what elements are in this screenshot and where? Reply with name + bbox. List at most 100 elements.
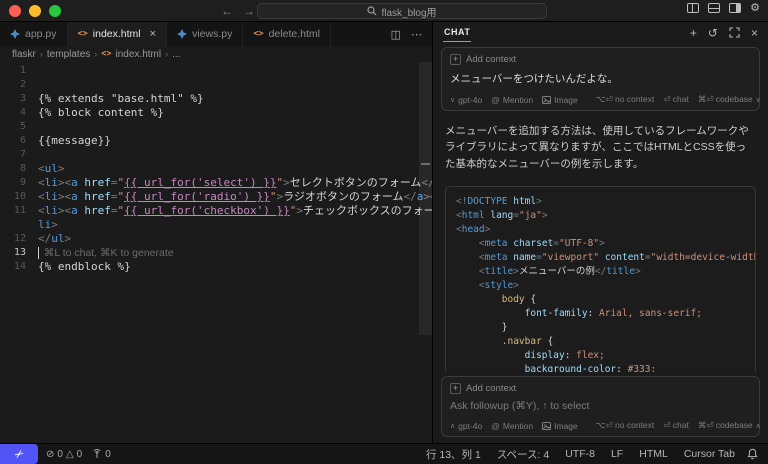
no-context-hint[interactable]: ⌥⏎ no context	[596, 94, 655, 105]
code-line[interactable]: 4 {% block content %}	[0, 106, 432, 120]
code-line[interactable]: 14 {% endblock %}	[0, 260, 432, 274]
line-number: 8	[19, 163, 26, 174]
followup-input-card[interactable]: + Add context Ask followup (⌘Y), ↑ to se…	[441, 376, 761, 437]
code-line[interactable]: 2	[0, 78, 432, 92]
cursor-position[interactable]: 行 13、列 1	[426, 447, 481, 462]
ports-button[interactable]: 0	[92, 449, 111, 460]
breadcrumb-item[interactable]: ...	[172, 49, 180, 60]
more-actions-icon[interactable]: ⋯	[411, 28, 422, 41]
line-number: 12	[13, 233, 26, 244]
code-line[interactable]: 13 ⌘L to chat, ⌘K to generate	[0, 246, 432, 260]
eol[interactable]: LF	[611, 448, 623, 460]
notifications-bell-icon[interactable]	[747, 448, 768, 460]
cursor-window: ← → flask_blog用 ⚙ app.py <> index.html × vie…	[0, 0, 768, 464]
encoding[interactable]: UTF-8	[565, 448, 595, 460]
expand-icon[interactable]	[729, 27, 740, 38]
status-bar: >< ⊘ 0 △ 0 0 行 13、列 1 スペース: 4 UTF-8 LF HTML C…	[0, 443, 768, 464]
problems-button[interactable]: ⊘ 0 △ 0	[46, 449, 82, 460]
search-text: flask_blog用	[381, 7, 437, 19]
code-line[interactable]: 5	[0, 120, 432, 134]
tab-app-py[interactable]: app.py	[0, 22, 68, 46]
toggle-panel-icon[interactable]	[708, 3, 721, 13]
code-line[interactable]: 3 {% extends "base.html" %}	[0, 92, 432, 106]
split-editor-icon[interactable]: ◫	[391, 28, 401, 41]
tab-views-py[interactable]: views.py	[167, 22, 244, 46]
assistant-code-block[interactable]: <!DOCTYPE html> <html lang="ja"> <head> <m…	[445, 185, 756, 372]
breadcrumb-item[interactable]: templates	[47, 49, 90, 60]
tab-index-html[interactable]: <> index.html ×	[67, 22, 168, 46]
image-button[interactable]: Image	[542, 421, 578, 431]
model-selector[interactable]: ∧ gpt-4o	[450, 421, 482, 431]
cursor-tab[interactable]: Cursor Tab	[684, 448, 735, 460]
close-window-button[interactable]	[9, 4, 21, 17]
user-message-text: メニューバーをつけたいんだよな。	[450, 73, 618, 85]
chat-submit-hint[interactable]: ⏎ chat	[663, 94, 689, 105]
forward-icon[interactable]: →	[243, 1, 255, 21]
line-number: 4	[19, 107, 26, 118]
chevron-up-icon: ∧	[450, 422, 456, 430]
add-context-button[interactable]: Add context	[466, 383, 516, 394]
code-line[interactable]: 9 <li><a href="{{ url_for('select') }}">セ…	[0, 176, 432, 190]
chat-panel-header: CHAT + ↺ ×	[433, 22, 768, 43]
add-context-icon[interactable]: +	[450, 383, 461, 394]
line-content: {% endblock %}	[38, 260, 131, 273]
html-file-icon: <>	[77, 29, 88, 39]
mention-icon: @	[491, 94, 500, 105]
close-icon[interactable]: ×	[751, 26, 758, 40]
image-button[interactable]: Image	[542, 95, 578, 105]
minimize-window-button[interactable]	[29, 4, 41, 17]
breadcrumb-item[interactable]: index.html	[116, 49, 162, 60]
followup-input[interactable]: Ask followup (⌘Y), ↑ to select	[450, 400, 751, 412]
customize-layout-icon[interactable]: ⚙	[750, 3, 760, 14]
code-line[interactable]: 6 {{message}}	[0, 134, 432, 148]
code-line[interactable]: 11 <li><a href="{{ url_for('checkbox') }}…	[0, 204, 432, 218]
titlebar: ← → flask_blog用 ⚙	[0, 0, 768, 22]
model-selector[interactable]: ∨ gpt-4o	[450, 95, 482, 105]
line-content: ⌘L to chat, ⌘K to generate	[38, 247, 174, 259]
add-context-icon[interactable]: +	[450, 54, 461, 65]
chat-submit-hint[interactable]: ⏎ chat	[663, 420, 689, 431]
code-line[interactable]: 12 </ul>	[0, 232, 432, 246]
code-line[interactable]: 7	[0, 148, 432, 162]
breadcrumb-item[interactable]: flaskr	[12, 49, 36, 60]
tab-chat[interactable]: CHAT	[443, 24, 472, 42]
code-line[interactable]: 1	[0, 64, 432, 78]
language-mode[interactable]: HTML	[639, 448, 668, 460]
command-center-search[interactable]: flask_blog用	[257, 3, 547, 19]
breadcrumb[interactable]: flaskr › templates › <> index.html ›...	[0, 46, 432, 62]
codebase-hint[interactable]: ⌘⏎ codebase ∧	[698, 420, 761, 431]
html-file-icon: <>	[253, 29, 264, 39]
overview-ruler-mark	[421, 163, 430, 165]
zoom-window-button[interactable]	[49, 4, 61, 17]
line-content	[26, 64, 38, 78]
editor-scrollbar[interactable]	[419, 62, 432, 335]
line-content: <li><a href="{{ url_for('select') }}">セレ…	[38, 176, 432, 189]
line-content: <li><a href="{{ url_for('checkbox') }}">…	[38, 204, 432, 217]
back-icon[interactable]: ←	[221, 1, 233, 21]
codebase-hint[interactable]: ⌘⏎ codebase ∨	[698, 94, 761, 105]
new-chat-icon[interactable]: +	[690, 26, 697, 40]
no-context-hint[interactable]: ⌥⏎ no context	[596, 420, 655, 431]
mention-button[interactable]: @ Mention	[491, 421, 533, 431]
history-icon[interactable]: ↺	[708, 26, 718, 40]
chat-conversation[interactable]: + Add context メニューバーをつけたいんだよな。 ∨ gpt-4o …	[433, 43, 768, 372]
line-number: 11	[13, 205, 26, 216]
editor-pane: app.py <> index.html × views.py <> delete.html…	[0, 22, 433, 443]
indentation[interactable]: スペース: 4	[497, 447, 549, 462]
toggle-primary-sidebar-icon[interactable]	[687, 3, 700, 13]
error-icon: ⊘	[46, 448, 55, 460]
code-line[interactable]: li>	[0, 218, 432, 232]
code-editor[interactable]: 1 2 3 {% extends "base.html" %} 4 {% block co…	[0, 62, 432, 443]
chevron-up-icon: ∧	[755, 422, 761, 430]
tab-delete-html[interactable]: <> delete.html	[243, 22, 331, 46]
code-line[interactable]: 8 <ul>	[0, 162, 432, 176]
code-line[interactable]: 10 <li><a href="{{ url_for('radio') }}">ラ…	[0, 190, 432, 204]
toggle-secondary-sidebar-icon[interactable]	[729, 3, 742, 13]
mention-button[interactable]: @ Mention	[491, 95, 533, 105]
image-icon	[542, 421, 552, 430]
line-number: 2	[19, 79, 26, 90]
remote-indicator[interactable]: ><	[0, 444, 38, 464]
tab-label: views.py	[192, 28, 233, 40]
close-tab-icon[interactable]: ×	[150, 28, 156, 40]
add-context-button[interactable]: Add context	[466, 54, 516, 65]
